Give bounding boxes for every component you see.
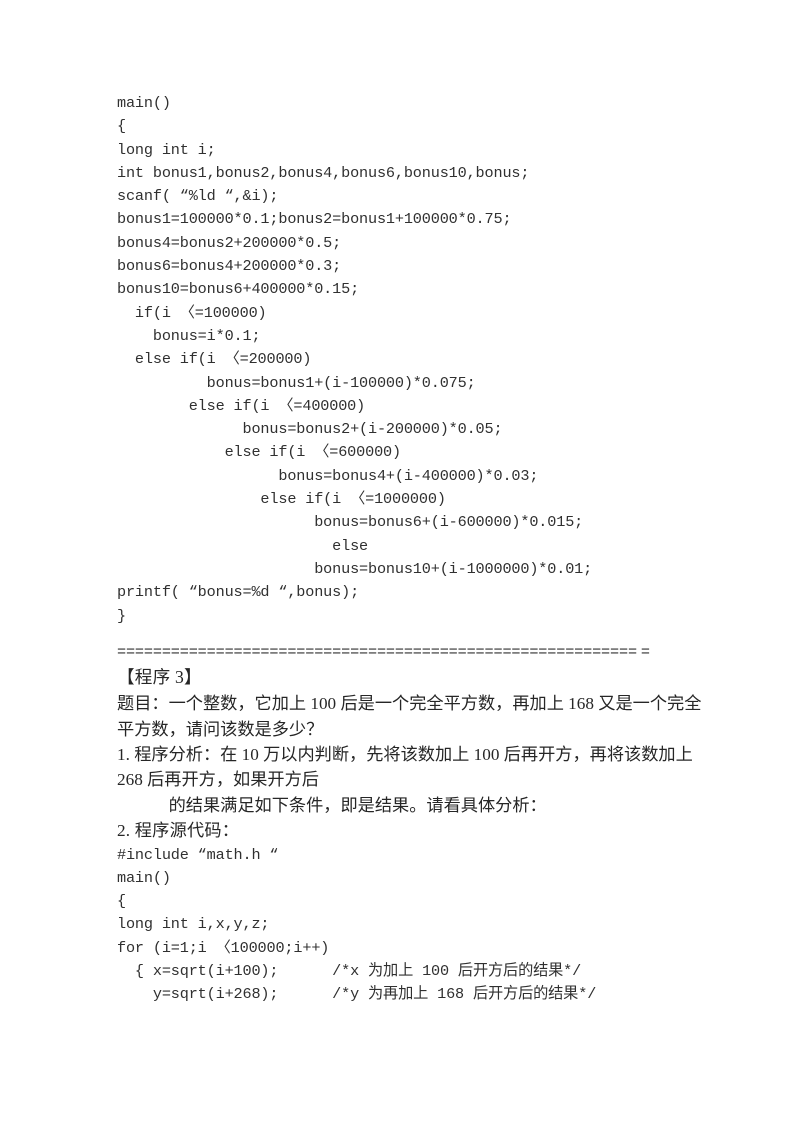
program-3-section: 【程序 3】 题目：一个整数，它加上 100 后是一个完全平方数，再加上 168… (117, 664, 702, 843)
code-line: main() (117, 868, 171, 887)
section-separator: ========================================… (117, 641, 702, 664)
code-line: bonus=bonus6+(i-600000)*0.015; (117, 513, 584, 532)
document-page: main() { long int i; int bonus1,bonus2,b… (0, 0, 800, 1132)
program-3-heading: 【程序 3】 (117, 667, 202, 688)
code-line: bonus=bonus10+(i-1000000)*0.01; (117, 559, 593, 578)
code-line: else if(i 〈=400000) (117, 396, 366, 415)
program-3-source-label: 2. 程序源代码： (117, 821, 240, 841)
code-line: bonus10=bonus6+400000*0.15; (117, 280, 360, 299)
code-line: main() (117, 94, 171, 112)
code-line: bonus=i*0.1; (117, 326, 261, 345)
code-line: bonus4=bonus2+200000*0.5; (117, 233, 342, 252)
code-line: } (117, 606, 126, 625)
document-content: main() { long int i; int bonus1,bonus2,b… (117, 92, 702, 1007)
separator-line-1: ========================================… (117, 642, 637, 661)
program-3-analysis: 1. 程序分析：在 10 万以内判断，先将该数加上 100 后再开方，再将该数加… (117, 744, 698, 790)
code-line: #include “math.h “ (117, 845, 279, 864)
code-line: scanf( “%ld “,&i); (117, 187, 279, 206)
program-3-problem: 题目：一个整数，它加上 100 后是一个完全平方数，再加上 168 又是一个完全… (117, 694, 702, 739)
code-line: bonus1=100000*0.1;bonus2=bonus1+100000*0… (117, 210, 512, 229)
separator-line-2: = (640, 642, 650, 661)
code-line: bonus=bonus2+(i-200000)*0.05; (117, 420, 503, 439)
code-line: long int i; (117, 140, 216, 159)
code-line: else (117, 536, 368, 555)
code-line: bonus=bonus4+(i-400000)*0.03; (117, 466, 539, 485)
code-line: if(i 〈=100000) (117, 303, 267, 322)
code-line: bonus=bonus1+(i-100000)*0.075; (117, 373, 476, 392)
code-line: long int i,x,y,z; (117, 915, 270, 934)
code-line: else if(i 〈=200000) (117, 350, 312, 369)
code-line: int bonus1,bonus2,bonus4,bonus6,bonus10,… (117, 163, 530, 182)
code-block-sqrt: #include “math.h “ main() { long int i,x… (117, 844, 702, 1007)
code-line: printf( “bonus=%d “,bonus); (117, 583, 360, 602)
code-line: bonus6=bonus4+200000*0.3; (117, 257, 342, 276)
code-line: { x=sqrt(i+100); /*x 为加上 100 后开方后的结果*/ (117, 962, 582, 981)
code-line: { (117, 117, 126, 136)
code-line: else if(i 〈=600000) (117, 443, 402, 462)
code-line: { (117, 892, 126, 911)
code-line: for (i=1;i 〈100000;i++) (117, 938, 330, 957)
code-line: y=sqrt(i+268); /*y 为再加上 168 后开方后的结果*/ (117, 985, 597, 1004)
code-line: else if(i 〈=1000000) (117, 490, 446, 509)
code-block-bonus: main() { long int i; int bonus1,bonus2,b… (117, 92, 702, 628)
program-3-analysis-continued: 的结果满足如下条件，即是结果。请看具体分析： (117, 795, 547, 815)
